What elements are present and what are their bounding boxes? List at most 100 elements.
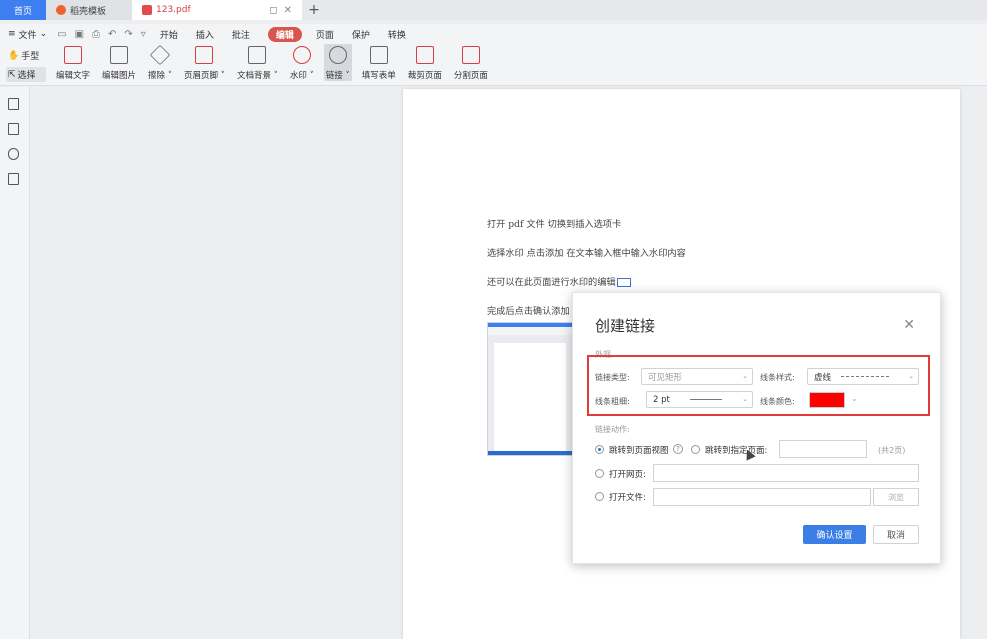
link-button[interactable]: 链接 ˅ [323, 44, 352, 81]
hand-mode-label: 手型 [21, 52, 40, 62]
edit-text-icon [64, 46, 82, 64]
watermark-button[interactable]: 水印 ˅ [288, 44, 316, 81]
hamburger-icon: ≡ [8, 29, 16, 39]
menu-start[interactable]: 开始 [160, 28, 178, 41]
close-tab-icon[interactable]: ✕ [284, 5, 292, 16]
eraser-button[interactable]: 擦除 ˅ [146, 44, 174, 81]
page-screenshot-image [487, 322, 573, 456]
link-rectangle[interactable] [616, 278, 631, 287]
goto-view-radio[interactable] [595, 445, 604, 454]
new-tab-label: + [308, 2, 320, 18]
header-footer-button[interactable]: 页眉页脚 ˅ [182, 44, 227, 81]
menu-convert[interactable]: 转换 [388, 28, 406, 41]
menu-annotate[interactable]: 批注 [232, 28, 250, 41]
link-type-label: 链接类型: [595, 373, 630, 382]
close-icon[interactable]: ✕ [903, 317, 915, 333]
menu-row: ≡ 文件 ⌄ ▭ ▣ ⎙ ↶ ↷ ▿ 开始 插入 批注 编辑 页面 保护 转换 [0, 24, 987, 44]
bookmark-icon[interactable] [8, 98, 19, 110]
link-icon [328, 46, 347, 64]
page-text: 还可以在此页面进行水印的编辑 [487, 277, 616, 288]
dialog-title: 创建链接 [595, 317, 656, 335]
browse-button[interactable]: 浏览 [873, 488, 919, 506]
help-icon[interactable]: ? [673, 444, 683, 454]
line-width-select[interactable]: 2 pt ⌄ [646, 391, 753, 408]
quick-access: ▭ ▣ ⎙ ↶ ↷ ▿ [57, 29, 146, 40]
thumbnail-icon[interactable] [8, 123, 19, 135]
eraser-icon [149, 44, 171, 66]
menu-insert[interactable]: 插入 [196, 28, 214, 41]
highlight-box [587, 355, 930, 416]
tab-templates[interactable]: 稻壳模板 [46, 0, 132, 20]
pointer-icon: ⇱ [8, 69, 16, 80]
watermark-label: 水印 ˅ [289, 71, 314, 81]
color-dropdown-icon[interactable]: ⌄ [851, 394, 858, 403]
background-button[interactable]: 文档背景 ˅ [235, 44, 280, 81]
tab-home[interactable]: 首页 [0, 0, 46, 20]
page-number-input[interactable] [779, 440, 867, 458]
open-file-radio[interactable] [595, 492, 604, 501]
file-path-input[interactable] [653, 488, 871, 506]
edit-text-label: 编辑文字 [56, 71, 91, 81]
eraser-label: 擦除 ˅ [148, 71, 172, 81]
menu-page[interactable]: 页面 [316, 28, 334, 41]
tab-bar: 首页 稻壳模板 123.pdf ◻ ✕ + [0, 0, 987, 20]
link-type-value: 可见矩形 [648, 372, 683, 383]
crop-page-label: 裁剪页面 [407, 71, 442, 81]
header-footer-label: 页眉页脚 ˅ [183, 71, 225, 81]
page-text-line: 完成后点击确认添加 [487, 306, 570, 317]
confirm-button[interactable]: 确认设置 [803, 525, 866, 544]
undo-icon[interactable]: ↶ [108, 29, 116, 40]
tab-home-label: 首页 [13, 6, 32, 17]
edit-text-button[interactable]: 编辑文字 [54, 44, 92, 81]
templates-logo-icon [56, 5, 66, 15]
line-style-select[interactable]: 虚线 ⌄ [807, 368, 919, 385]
new-tab-button[interactable]: + [302, 0, 326, 20]
save-icon[interactable]: ▣ [75, 29, 84, 40]
background-label: 文档背景 ˅ [236, 71, 278, 81]
split-icon [461, 46, 480, 64]
split-page-button[interactable]: 分割页面 [452, 44, 490, 81]
line-color-label: 线条颜色: [760, 397, 795, 406]
page-text-line-with-link: 还可以在此页面进行水印的编辑 [487, 274, 631, 288]
signature-icon[interactable] [8, 173, 19, 185]
total-pages: (共2页) [878, 446, 906, 455]
line-width-value: 2 pt [653, 394, 670, 405]
edit-image-button[interactable]: 编辑图片 [100, 44, 138, 81]
goto-page-radio[interactable] [691, 445, 700, 454]
watermark-icon [292, 46, 311, 64]
redo-icon[interactable]: ↷ [124, 29, 132, 40]
header-footer-icon [195, 46, 214, 64]
thumb-toolbar [488, 327, 572, 335]
file-menu-label: 文件 [18, 30, 37, 41]
hand-mode-button[interactable]: ✋ 手型 [6, 48, 46, 63]
thumb-document [494, 343, 566, 451]
menu-edit[interactable]: 编辑 [267, 26, 302, 42]
hand-icon: ✋ [8, 50, 20, 61]
split-page-label: 分割页面 [453, 71, 488, 81]
tab-document[interactable]: 123.pdf ◻ ✕ [132, 0, 302, 20]
fill-form-button[interactable]: 填写表单 [360, 44, 398, 81]
select-mode-label: 选择 [17, 71, 36, 81]
print-icon[interactable]: ⎙ [92, 29, 100, 40]
tab-document-label: 123.pdf [156, 5, 191, 15]
link-type-select[interactable]: 可见矩形 ⌄ [641, 368, 753, 385]
open-file-label: 打开文件: [609, 493, 646, 503]
chevron-down-icon: ⌄ [742, 395, 748, 403]
url-input[interactable] [653, 464, 919, 482]
file-menu[interactable]: ≡ 文件 ⌄ [8, 28, 47, 41]
open-folder-icon[interactable]: ▭ [57, 29, 66, 40]
customize-icon[interactable]: ▿ [141, 29, 146, 40]
open-web-radio[interactable] [595, 469, 604, 478]
line-color-swatch[interactable] [809, 392, 845, 408]
attachment-icon[interactable] [8, 148, 19, 160]
menu-protect[interactable]: 保护 [352, 28, 370, 41]
pdf-file-icon [142, 5, 152, 15]
ribbon: ✋ 手型 ⇱ 选择 编辑文字 编辑图片 擦除 ˅ 页眉页脚 ˅ 文档背景 ˅ 水… [0, 44, 987, 86]
dashed-line-preview [841, 376, 890, 377]
select-mode-button[interactable]: ⇱ 选择 [6, 67, 46, 82]
line-width-label: 线条粗细: [595, 397, 630, 406]
pin-icon[interactable]: ◻ [269, 5, 277, 16]
crop-page-button[interactable]: 裁剪页面 [406, 44, 444, 81]
cancel-button[interactable]: 取消 [873, 525, 919, 544]
page-text-line: 打开 pdf 文件 切换到插入选项卡 [487, 219, 622, 230]
